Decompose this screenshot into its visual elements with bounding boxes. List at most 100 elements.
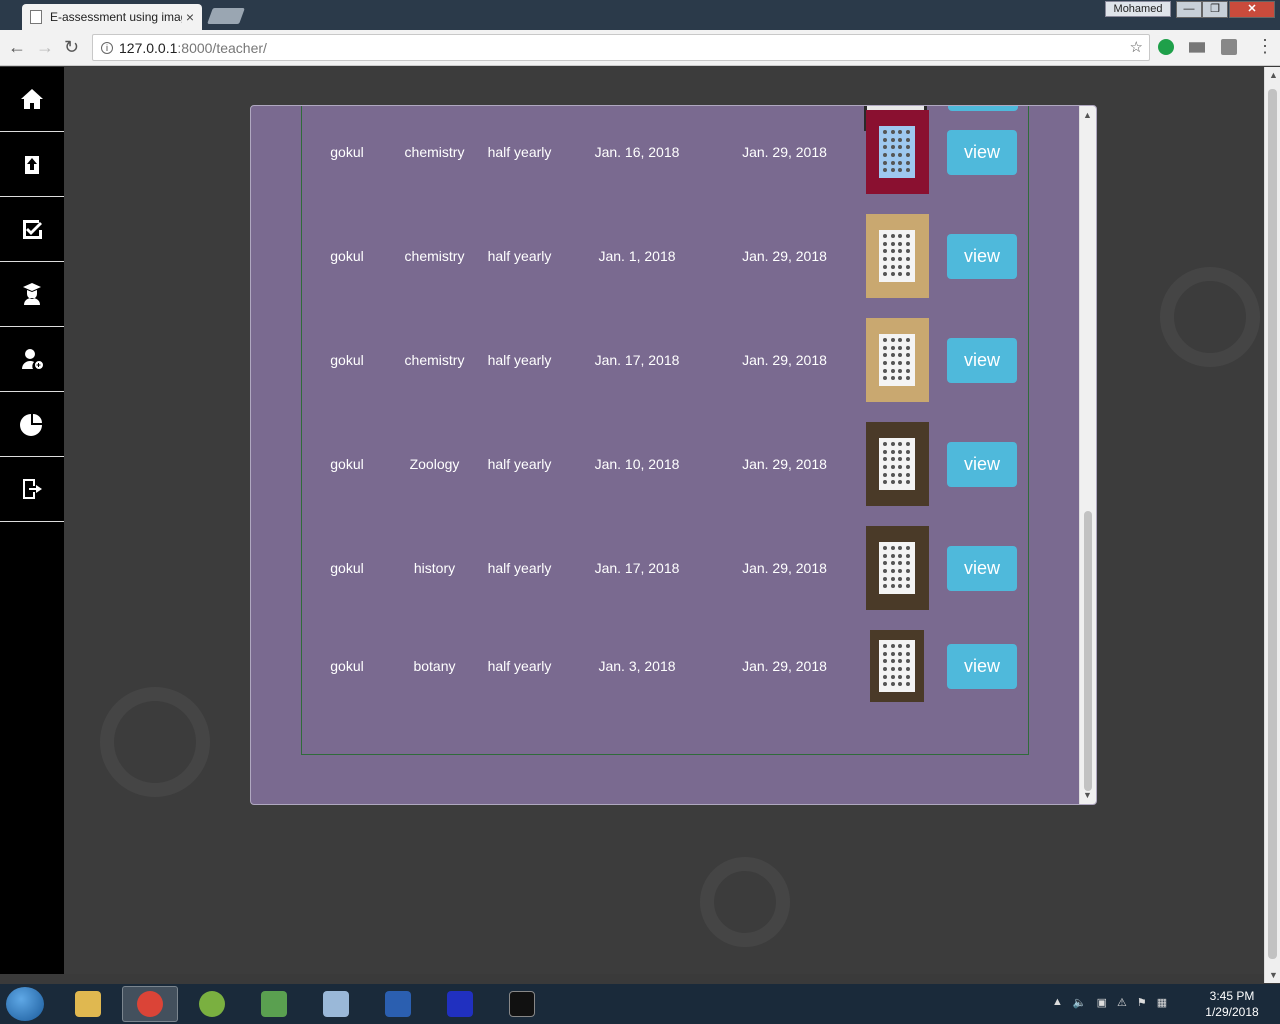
url-path: :8000/teacher/ [177,39,267,56]
exam-date: Jan. 1, 2018 [598,248,676,264]
taskbar-app-chameleon[interactable] [184,986,240,1022]
taskbar-app-explorer[interactable] [60,986,116,1022]
taskbar-app-blue[interactable] [432,986,488,1022]
exam-type: half yearly [487,560,552,576]
folder-icon [75,991,101,1017]
view-button[interactable]: view [947,545,1017,591]
table-row: gokul botany half yearly Jan. 3, 2018 Ja… [302,621,1030,711]
view-button[interactable]: view [947,441,1017,487]
taskbar-app-notepad[interactable] [308,986,364,1022]
taskbar-app-chrome[interactable] [122,986,178,1022]
bookmark-star-icon[interactable]: ☆ [1130,38,1143,56]
exam-date: Jan. 10, 2018 [594,456,680,472]
table-row: gokul history half yearly Jan. 17, 2018 … [302,523,1030,613]
student-icon [23,283,41,305]
reload-icon[interactable]: ↻ [64,38,79,56]
exam-type: half yearly [487,248,552,264]
browser-tab[interactable]: E-assessment using imag × [22,4,202,30]
maximize-button[interactable]: ❐ [1202,1,1228,18]
new-tab-button[interactable] [207,8,245,24]
profile-button[interactable]: Mohamed [1105,1,1171,17]
taskbar-app-word[interactable] [370,986,426,1022]
exam-type: half yearly [487,456,552,472]
sidebar-item-upload[interactable] [0,132,64,197]
exam-type: half yearly [487,144,552,160]
tab-close-icon[interactable]: × [186,9,194,25]
scrollbar-thumb[interactable] [1084,511,1092,791]
tab-title: E-assessment using imag [50,10,182,24]
panel-scrollbar[interactable]: ▲ ▼ [1079,106,1096,804]
results-panel[interactable]: gokul chemistry half yearly Jan. 16, 201… [250,105,1097,805]
taskbar-app-cmd[interactable] [494,986,550,1022]
scroll-down-icon[interactable]: ▼ [1083,790,1092,800]
chrome-icon [137,991,163,1017]
sidebar-item-logout[interactable] [0,457,64,522]
taskbar: ▲ 🔈 ▣ ⚠ ⚑ ▦ 3:45 PM 1/29/2018 [0,984,1280,1024]
extension-bag-icon[interactable] [1221,39,1237,55]
minimize-button[interactable]: — [1176,1,1202,18]
table-row: gokul Zoology half yearly Jan. 10, 2018 … [302,419,1030,509]
close-window-button[interactable]: ✕ [1229,1,1275,18]
network-icon[interactable]: ▣ [1097,996,1107,1009]
sidebar-item-add-user[interactable] [0,327,64,392]
notepad-icon [323,991,349,1017]
network-status-icon[interactable]: ▦ [1157,996,1167,1009]
sidebar-item-student[interactable] [0,262,64,327]
sidebar [0,67,64,974]
info-icon[interactable]: i [101,41,113,54]
sidebar-item-home[interactable] [0,67,64,132]
chameleon-icon [199,991,225,1017]
upload-icon [25,156,39,174]
clock[interactable]: 3:45 PM 1/29/2018 [1196,988,1268,1020]
subject: history [413,560,456,576]
flag-icon[interactable]: ⚑ [1137,996,1147,1009]
answer-sheet-thumbnail [865,318,929,402]
student-name: gokul [330,456,364,472]
editor-icon [261,991,287,1017]
start-button[interactable] [6,987,44,1021]
table-row: gokul chemistry half yearly Jan. 1, 2018… [302,211,1030,301]
page-icon [30,10,42,24]
volume-icon[interactable]: 🔈 [1073,996,1087,1009]
tray-expand-icon[interactable]: ▲ [1052,996,1063,1009]
mail-extension-icon[interactable] [1189,42,1205,53]
view-button[interactable]: view [947,233,1017,279]
evaluated-date: Jan. 29, 2018 [742,144,827,160]
scrollbar-thumb[interactable] [1268,89,1277,959]
sidebar-item-assessment[interactable] [0,197,64,262]
view-button[interactable]: view [947,643,1017,689]
forward-arrow-icon[interactable]: → [36,38,54,56]
background-decoration [700,857,790,947]
answer-sheet-thumbnail [865,526,929,610]
extension-green-icon[interactable] [1158,39,1174,55]
scroll-up-icon[interactable]: ▲ [1083,110,1092,120]
student-name: gokul [330,658,364,674]
sidebar-item-report[interactable] [0,392,64,457]
back-arrow-icon[interactable]: ← [8,38,26,56]
taskbar-app-editor[interactable] [246,986,302,1022]
clock-time: 3:45 PM [1209,989,1255,1003]
exam-type: half yearly [487,658,552,674]
clock-date: 1/29/2018 [1205,1005,1259,1019]
browser-titlebar: E-assessment using imag × Mohamed — ❐ ✕ [0,0,1280,30]
view-button[interactable]: view [947,337,1017,383]
subject: chemistry [404,248,465,264]
subject: botany [413,658,456,674]
student-name: gokul [330,144,364,160]
exam-type: half yearly [487,352,552,368]
view-button[interactable]: view [947,129,1017,175]
exam-date: Jan. 3, 2018 [598,658,676,674]
evaluated-date: Jan. 29, 2018 [742,248,827,264]
scroll-down-icon[interactable]: ▼ [1269,970,1278,980]
evaluated-date: Jan. 29, 2018 [742,352,827,368]
address-bar[interactable]: i 127.0.0.1:8000/teacher/ ☆ [92,34,1150,61]
evaluated-date: Jan. 29, 2018 [742,658,827,674]
url-host: 127.0.0.1 [119,39,178,56]
system-tray: ▲ 🔈 ▣ ⚠ ⚑ ▦ [1052,996,1167,1009]
scroll-up-icon[interactable]: ▲ [1269,70,1278,80]
background-decoration [100,687,210,797]
page-scrollbar[interactable]: ▲ ▼ [1264,67,1280,983]
warning-icon[interactable]: ⚠ [1117,996,1127,1009]
browser-menu-icon[interactable]: ⋮ [1256,36,1274,57]
add-user-icon [22,349,43,369]
